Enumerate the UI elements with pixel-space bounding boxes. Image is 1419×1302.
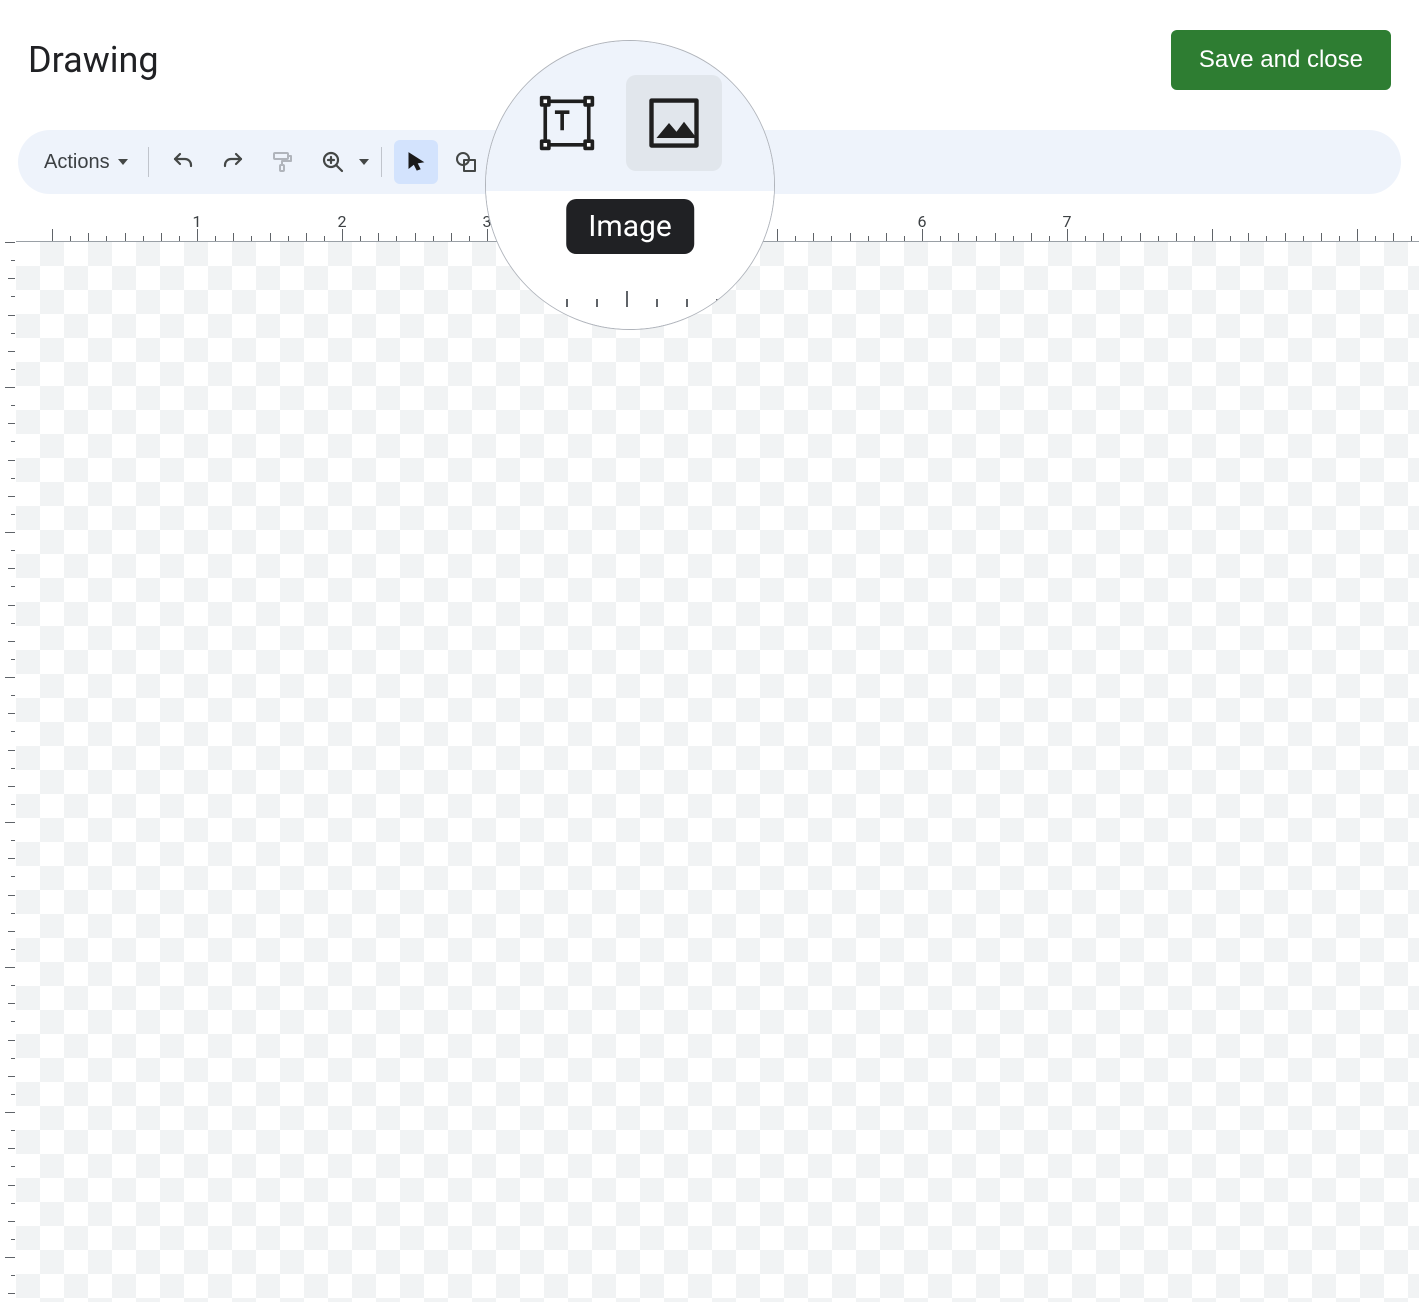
image-tool-button[interactable] xyxy=(626,75,722,171)
redo-button[interactable] xyxy=(211,140,255,184)
page-title: Drawing xyxy=(28,39,159,81)
zoom-control[interactable] xyxy=(311,140,369,184)
paint-roller-icon xyxy=(271,150,295,174)
ruler-number: 7 xyxy=(1063,212,1072,231)
ruler-number: 2 xyxy=(338,212,347,231)
actions-label: Actions xyxy=(44,151,110,174)
caret-down-icon xyxy=(118,159,128,165)
actions-menu-button[interactable]: Actions xyxy=(36,145,136,180)
separator xyxy=(381,147,382,177)
magnifier-overlay: Image xyxy=(485,40,775,330)
zoom-button[interactable] xyxy=(311,140,355,184)
drawing-canvas[interactable] xyxy=(16,242,1419,1302)
shape-icon xyxy=(454,150,478,174)
select-tool-button[interactable] xyxy=(394,140,438,184)
shape-tool-button[interactable] xyxy=(444,140,488,184)
zoom-in-icon xyxy=(321,150,345,174)
undo-icon xyxy=(171,150,195,174)
ruler-number: 6 xyxy=(918,212,927,231)
cursor-icon xyxy=(404,150,428,174)
ruler-number: 1 xyxy=(193,212,202,231)
text-box-icon xyxy=(538,94,596,152)
undo-button[interactable] xyxy=(161,140,205,184)
magnified-ruler xyxy=(486,267,774,307)
separator xyxy=(148,147,149,177)
caret-down-icon xyxy=(359,159,369,165)
text-box-tool-button[interactable] xyxy=(538,94,596,152)
image-icon xyxy=(644,93,704,153)
tooltip: Image xyxy=(566,199,694,254)
save-and-close-button[interactable]: Save and close xyxy=(1171,30,1391,90)
paint-format-button[interactable] xyxy=(261,140,305,184)
redo-icon xyxy=(221,150,245,174)
tooltip-label: Image xyxy=(588,209,672,244)
